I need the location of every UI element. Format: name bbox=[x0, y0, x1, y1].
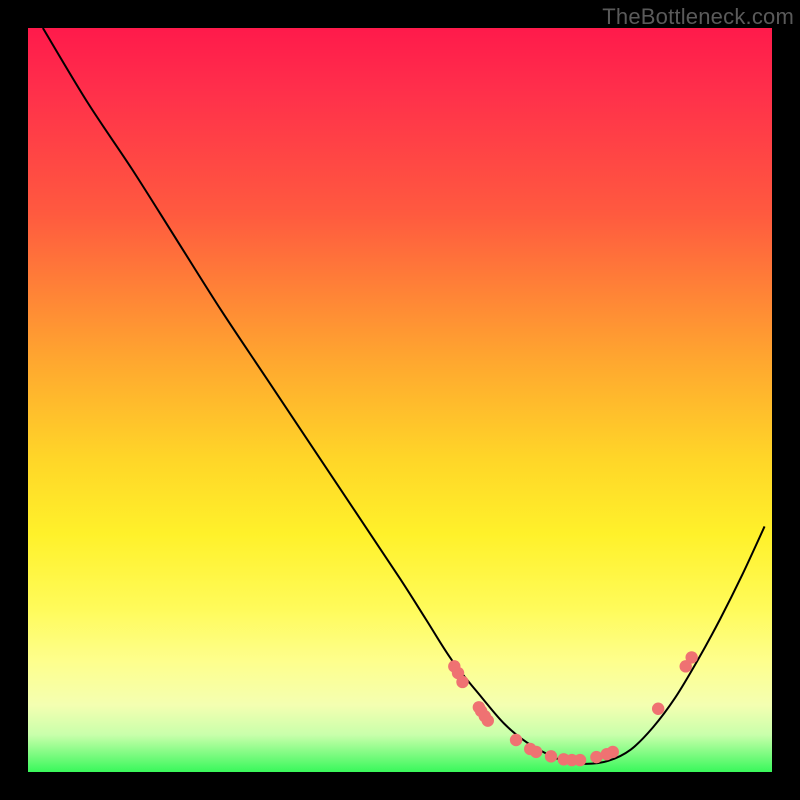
sample-marker bbox=[652, 703, 664, 715]
sample-marker bbox=[590, 751, 602, 763]
figure-root: TheBottleneck.com bbox=[0, 0, 800, 800]
sample-marker bbox=[574, 754, 586, 766]
sample-marker bbox=[530, 746, 542, 758]
sample-marker bbox=[607, 746, 619, 758]
sample-marker bbox=[545, 750, 557, 762]
sample-marker bbox=[510, 734, 522, 746]
attribution-label: TheBottleneck.com bbox=[602, 4, 794, 30]
sample-markers bbox=[448, 651, 698, 766]
plot-area bbox=[28, 28, 772, 772]
sample-marker bbox=[685, 651, 697, 663]
bottleneck-curve bbox=[43, 28, 765, 764]
plot-svg bbox=[28, 28, 772, 772]
sample-marker bbox=[482, 714, 494, 726]
sample-marker bbox=[456, 676, 468, 688]
